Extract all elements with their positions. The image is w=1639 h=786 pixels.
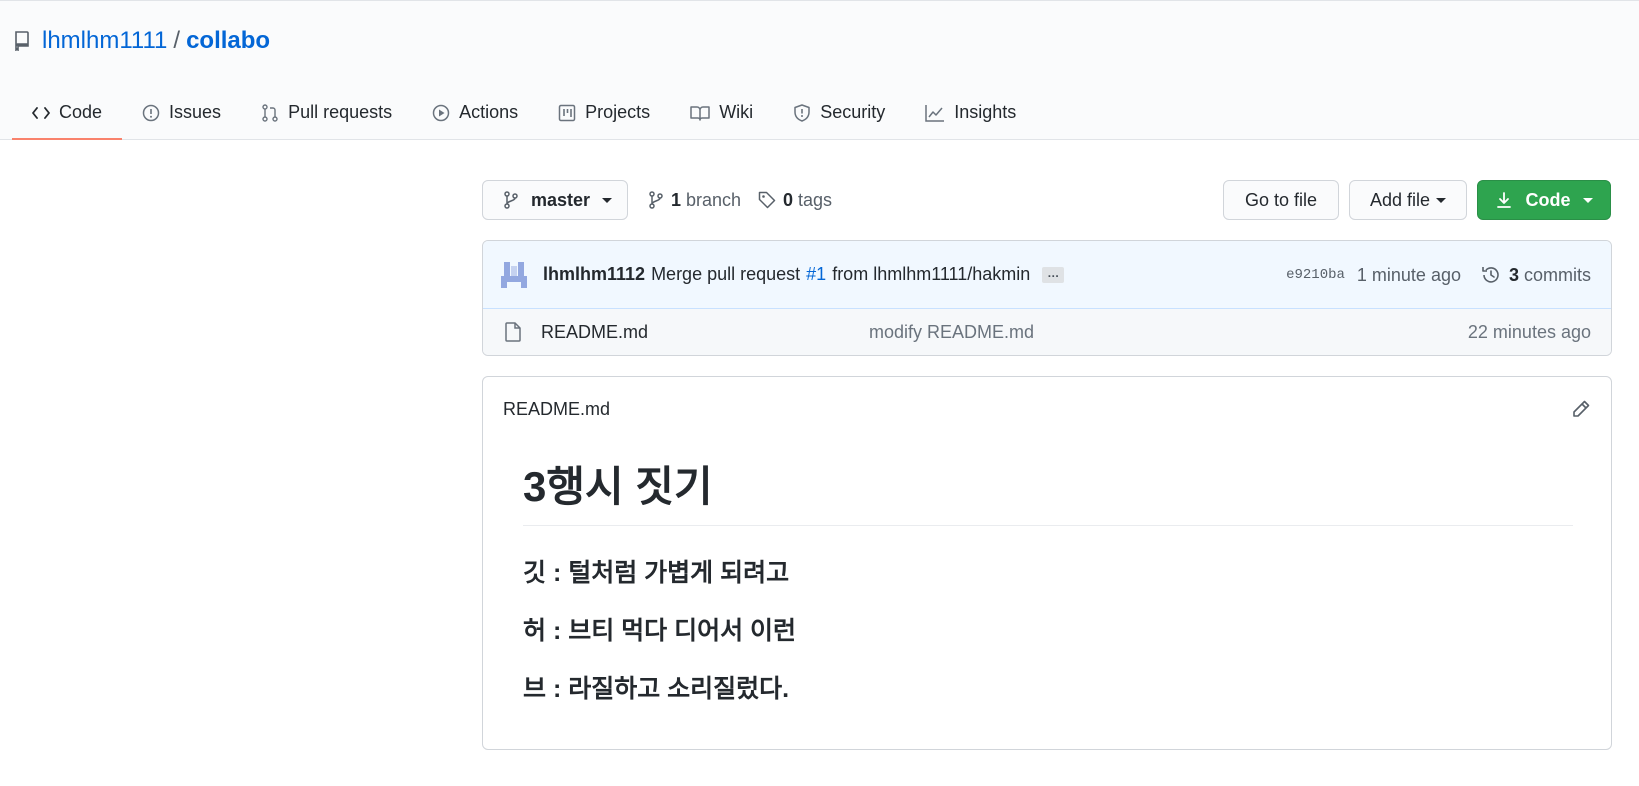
file-row: README.md modify README.md 22 minutes ag… — [483, 309, 1611, 355]
readme-filename: README.md — [503, 399, 611, 419]
pull-request-link[interactable]: #1 — [806, 264, 826, 285]
tab-code[interactable]: Code — [12, 87, 123, 140]
issue-icon — [142, 104, 160, 122]
tag-icon — [758, 191, 776, 209]
tab-wiki[interactable]: Wiki — [670, 87, 773, 140]
tab-label: Actions — [459, 102, 519, 122]
tab-label: Insights — [954, 102, 1017, 122]
tag-count: 0 — [783, 189, 794, 210]
branch-icon — [503, 191, 519, 209]
file-commit-message-link[interactable]: modify README.md — [869, 322, 1034, 343]
add-file-label: Add file — [1369, 189, 1431, 210]
repo-header: lhmlhm1111 / collabo Code Issues Pull re… — [0, 0, 1639, 140]
commit-author-link[interactable]: lhmlhm1112 — [543, 264, 645, 285]
go-to-file-button[interactable]: Go to file — [1223, 180, 1339, 220]
repo-title: lhmlhm1111 / collabo — [14, 27, 270, 55]
code-download-button[interactable]: Code — [1477, 180, 1611, 220]
tag-word: tags — [798, 189, 833, 210]
tab-label: Issues — [169, 102, 222, 122]
tab-actions[interactable]: Actions — [412, 87, 538, 140]
repo-icon — [14, 31, 30, 51]
latest-commit: lhmlhm1112 Merge pull request #1 from lh… — [483, 241, 1611, 309]
tab-security[interactable]: Security — [773, 87, 905, 140]
tab-projects[interactable]: Projects — [538, 87, 670, 140]
commit-message-prefix[interactable]: Merge pull request — [651, 264, 800, 285]
branch-count: 1 — [671, 189, 682, 210]
commit-time: 1 minute ago — [1356, 264, 1461, 285]
pencil-icon[interactable] — [1571, 399, 1591, 419]
tab-label: Code — [59, 102, 103, 122]
file-commit-time: 22 minutes ago — [1467, 321, 1591, 342]
repo-name-link[interactable]: collabo — [186, 27, 270, 55]
tab-issues[interactable]: Issues — [122, 87, 241, 140]
repo-separator: / — [173, 27, 181, 54]
readme-line: 브 : 라질하고 소리질렀다. — [523, 675, 790, 703]
history-icon — [1481, 265, 1501, 285]
download-icon — [1496, 191, 1512, 209]
expand-commit-button[interactable]: … — [1042, 266, 1065, 283]
pull-request-icon — [261, 103, 279, 122]
commit-details: e9210ba 1 minute ago 3 commits — [1286, 241, 1591, 309]
commit-sha-link[interactable]: e9210ba — [1286, 267, 1345, 283]
branch-select-button[interactable]: master — [482, 180, 628, 220]
commit-count: 3 — [1508, 264, 1519, 285]
code-button-label: Code — [1525, 189, 1571, 210]
file-navigation: master 1 branch 0 tags Go to file Add fi… — [482, 180, 1612, 220]
branches-link[interactable]: 1 branch — [648, 180, 741, 220]
tab-label: Pull requests — [288, 102, 393, 122]
readme-heading: 3행시 짓기 — [523, 461, 1573, 526]
shield-icon — [793, 103, 811, 122]
play-icon — [432, 104, 450, 122]
code-icon — [32, 106, 50, 120]
tags-link[interactable]: 0 tags — [758, 180, 832, 220]
book-icon — [690, 105, 710, 121]
add-file-button[interactable]: Add file — [1349, 180, 1467, 220]
file-listing: lhmlhm1112 Merge pull request #1 from lh… — [482, 240, 1612, 356]
file-name-link[interactable]: README.md — [541, 322, 648, 343]
commit-word: commits — [1524, 264, 1591, 285]
avatar[interactable] — [499, 259, 529, 290]
branch-icon — [648, 191, 664, 209]
readme-panel: README.md 3행시 짓기 깃 : 털처럼 가볍게 되려고 허 : 브티 … — [482, 376, 1612, 750]
tab-label: Projects — [585, 102, 651, 122]
graph-icon — [925, 104, 945, 122]
chevron-down-icon — [602, 197, 613, 203]
tab-label: Wiki — [719, 102, 754, 122]
tab-label: Security — [820, 102, 886, 122]
branch-name: master — [531, 189, 591, 210]
tab-pull-requests[interactable]: Pull requests — [241, 87, 412, 140]
commits-history-link[interactable]: 3 commits — [1481, 265, 1591, 286]
project-icon — [558, 104, 576, 122]
repo-owner-link[interactable]: lhmlhm1111 — [42, 27, 167, 55]
readme-line: 깃 : 털처럼 가볍게 되려고 — [523, 559, 790, 587]
branch-word: branch — [686, 189, 742, 210]
repo-tabs: Code Issues Pull requests Actions Projec… — [12, 87, 1036, 140]
tab-insights[interactable]: Insights — [905, 87, 1036, 140]
chevron-down-icon — [1436, 197, 1447, 203]
readme-line: 허 : 브티 먹다 디어서 이런 — [523, 617, 797, 645]
chevron-down-icon — [1582, 197, 1593, 203]
commit-message-suffix[interactable]: from lhmlhm1111/hakmin — [832, 264, 1030, 285]
readme-content: 3행시 짓기 깃 : 털처럼 가볍게 되려고 허 : 브티 먹다 디어서 이런 … — [523, 461, 1573, 704]
file-icon — [505, 322, 521, 342]
